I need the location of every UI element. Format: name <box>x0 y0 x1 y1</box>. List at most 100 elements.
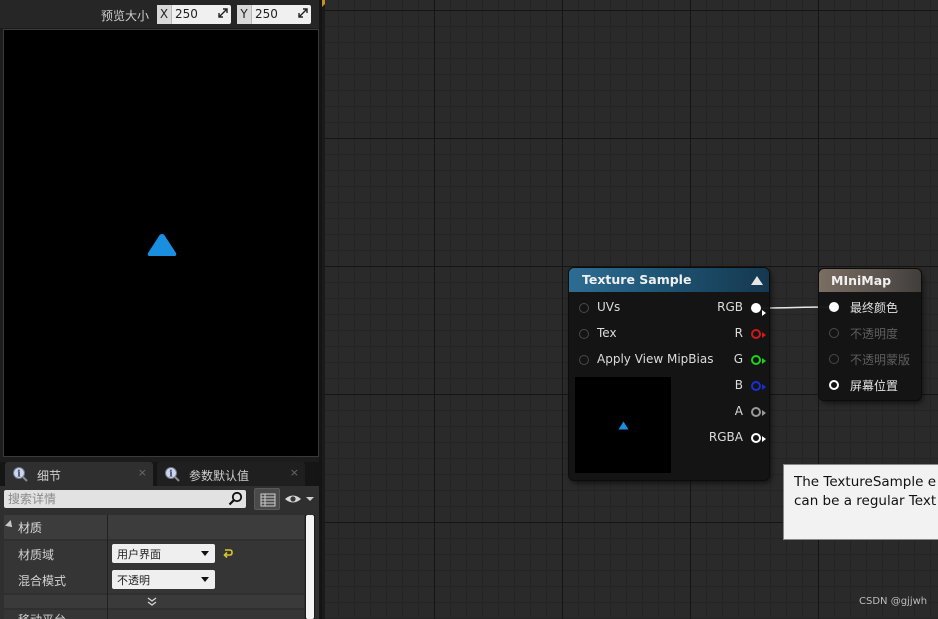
texture-sample-header[interactable]: Texture Sample <box>569 268 769 292</box>
final-color-pin-icon[interactable] <box>829 302 839 312</box>
tab-parameter-defaults[interactable]: i 参数默认值 × <box>157 462 305 486</box>
rgba-pin-icon[interactable] <box>751 433 766 443</box>
scroll-thumb[interactable] <box>306 515 314 619</box>
rgb-pin-icon[interactable] <box>751 303 766 316</box>
tab-details[interactable]: i 细节 × <box>5 462 153 486</box>
final-color-input-pin[interactable]: 最终颜色 <box>829 297 919 317</box>
mobile-row: 移动平台 <box>4 610 304 619</box>
blend-mode-value: 不透明 <box>117 574 150 587</box>
preview-size-label: 预览大小 <box>100 9 149 23</box>
material-domain-row: 材质域 用户界面 <box>4 541 304 567</box>
material-domain-value: 用户界面 <box>117 548 161 561</box>
search-icon[interactable] <box>228 491 243 506</box>
chevron-down-icon <box>201 551 209 556</box>
opacity-label: 不透明度 <box>850 327 899 341</box>
resize-arrows-icon <box>298 8 308 18</box>
left-panel: 预览大小 X 250 Y 250 i 细节 × i 参数默认值 × 搜索详情 材… <box>0 0 322 619</box>
g-label: G <box>733 352 743 366</box>
r-label: R <box>734 326 743 340</box>
material-domain-select[interactable]: 用户界面 <box>112 544 215 563</box>
opacity-pin-icon <box>829 328 839 338</box>
tex-pin-icon[interactable] <box>579 329 589 339</box>
tab-details-close[interactable]: × <box>138 466 147 479</box>
y-axis-label: Y <box>237 5 252 24</box>
grid-list-icon <box>260 493 276 507</box>
texture-sample-title: Texture Sample <box>582 272 692 287</box>
visibility-filter-button[interactable] <box>283 490 317 508</box>
rgba-label: RGBA <box>708 430 743 444</box>
mobile-row-label: 移动平台 <box>18 611 66 619</box>
b-label: B <box>734 378 743 392</box>
opacity-mask-pin-icon <box>829 354 839 364</box>
opacity-mask-input-pin: 不透明蒙版 <box>829 349 919 369</box>
details-tabs: i 细节 × i 参数默认值 × <box>0 462 319 486</box>
texture-thumbnail <box>575 377 671 473</box>
b-output-pin[interactable]: B <box>671 376 766 396</box>
g-pin-icon[interactable] <box>751 355 766 365</box>
search-box <box>4 490 246 508</box>
g-output-pin[interactable]: G <box>671 350 766 370</box>
triangle-thumbnail-shape <box>618 421 629 430</box>
tooltip-line-2: can be a regular Text <box>794 493 937 509</box>
svg-text:i: i <box>17 470 21 480</box>
a-pin-icon[interactable] <box>751 407 766 417</box>
uvs-label: UVs <box>597 300 621 314</box>
magnifier-info-icon: i <box>165 467 180 482</box>
opacity-mask-label: 不透明蒙版 <box>850 353 911 367</box>
expand-advanced-icon <box>147 597 157 606</box>
tab-parameter-defaults-close[interactable]: × <box>290 466 299 479</box>
preview-viewport[interactable] <box>3 29 319 457</box>
preview-toolbar: 预览大小 X 250 Y 250 <box>0 0 319 28</box>
column-divider[interactable] <box>107 515 108 619</box>
y-value: 250 <box>255 7 278 21</box>
x-axis-label: X <box>157 5 172 24</box>
rgb-label: RGB <box>717 300 743 314</box>
details-scrollbar[interactable] <box>305 515 315 619</box>
details-panel: 材质 材质域 用户界面 混合模式 不透明 <box>0 486 319 619</box>
tab-details-label: 细节 <box>37 469 62 483</box>
search-details-input[interactable] <box>4 490 224 508</box>
preview-x-field[interactable]: X 250 <box>157 5 231 24</box>
mipbias-pin-icon[interactable] <box>579 355 589 365</box>
blend-mode-row: 混合模式 不透明 <box>4 567 304 593</box>
resize-arrows-icon <box>218 8 228 18</box>
x-value: 250 <box>175 7 198 21</box>
material-domain-label: 材质域 <box>18 548 55 562</box>
watermark: CSDN @gjjwh <box>859 596 928 607</box>
final-color-label: 最终颜色 <box>850 301 899 315</box>
reset-to-default-icon[interactable] <box>222 547 234 559</box>
tooltip-line-1: The TextureSample e <box>794 474 937 490</box>
collapse-triangle-icon[interactable] <box>751 276 763 285</box>
r-output-pin[interactable]: R <box>671 324 766 344</box>
minimap-material-node[interactable]: MIniMap 最终颜色 不透明度 不透明蒙版 屏幕位置 <box>819 269 921 400</box>
section-title: 材质 <box>18 521 43 535</box>
screen-position-label: 屏幕位置 <box>850 379 899 393</box>
magnifier-info-icon: i <box>13 467 28 482</box>
a-output-pin[interactable]: A <box>671 402 766 422</box>
tab-parameter-defaults-label: 参数默认值 <box>189 469 250 483</box>
collapse-arrow-icon <box>5 520 15 530</box>
screen-position-input-pin[interactable]: 屏幕位置 <box>829 375 919 395</box>
advanced-expander[interactable] <box>4 595 304 608</box>
b-pin-icon[interactable] <box>751 381 766 391</box>
chevron-down-icon <box>201 577 209 582</box>
preview-y-field[interactable]: Y 250 <box>237 5 311 24</box>
tex-label: Tex <box>597 326 617 340</box>
blend-mode-select[interactable]: 不透明 <box>112 570 215 589</box>
opacity-input-pin: 不透明度 <box>829 323 919 343</box>
minimap-title: MIniMap <box>831 273 892 288</box>
r-pin-icon[interactable] <box>751 329 766 339</box>
eye-icon <box>285 495 314 503</box>
rgb-output-pin[interactable]: RGB <box>671 298 766 318</box>
texture-sample-tooltip: The TextureSample e can be a regular Tex… <box>783 464 938 540</box>
view-options-button[interactable] <box>254 488 280 510</box>
texture-sample-node[interactable]: Texture Sample UVs Tex Apply View MipBia… <box>569 268 769 480</box>
rgba-output-pin[interactable]: RGBA <box>671 428 766 448</box>
material-section-header[interactable]: 材质 <box>4 515 304 539</box>
a-label: A <box>734 404 743 418</box>
minimap-header[interactable]: MIniMap <box>819 269 921 292</box>
uvs-pin-icon[interactable] <box>579 303 589 313</box>
blend-mode-label: 混合模式 <box>18 574 67 588</box>
svg-text:i: i <box>169 470 173 480</box>
screen-position-pin-icon[interactable] <box>829 380 839 390</box>
